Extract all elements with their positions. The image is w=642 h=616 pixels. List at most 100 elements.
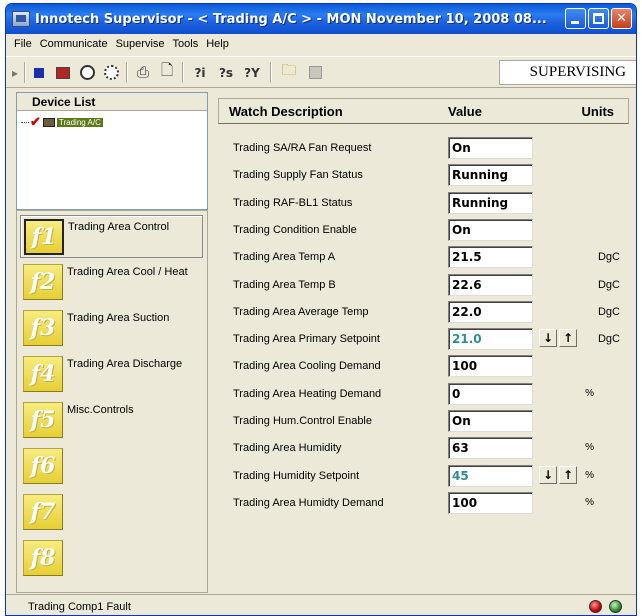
watch-row-units: DgC: [597, 333, 620, 346]
watch-value-field[interactable]: 0: [448, 382, 533, 405]
window-controls: ✕: [565, 8, 632, 29]
watch-row: Trading Humidity Setpoint 45 ↓ ↑%: [214, 464, 632, 488]
watch-row: Trading Area Primary Setpoint 21.0 ↓ ↑ DgC: [214, 327, 632, 351]
save-icon[interactable]: [304, 62, 326, 83]
watch-value-header: Value: [448, 104, 482, 119]
setpoint-value-field[interactable]: 45: [448, 464, 533, 487]
watch-units-header: Units: [581, 104, 615, 119]
menu-help[interactable]: Help: [202, 38, 233, 50]
watch-row-units: %: [585, 442, 594, 454]
alarm-led-icon[interactable]: [589, 600, 602, 613]
menu-tools[interactable]: Tools: [169, 38, 203, 50]
watch-row-description: Trading Area Average Temp: [233, 305, 369, 318]
maximize-button[interactable]: [588, 8, 609, 29]
watch-value-field[interactable]: On: [448, 410, 533, 432]
watch-row-description: Trading RAF-BL1 Status: [233, 196, 353, 209]
watch-row-description: Trading Area Temp B: [233, 278, 336, 291]
f2-key-label: f2: [30, 269, 56, 295]
f5-key-button[interactable]: f5: [23, 402, 63, 438]
device-list: Device List ✔ Trading A/C: [16, 92, 208, 210]
fkey-row-f6[interactable]: f6: [20, 445, 203, 488]
mode-indicator: SUPERVISING: [499, 60, 636, 85]
info-icon[interactable]: ?i: [188, 62, 212, 83]
watch-row: Trading Area Humidty Demand 100%: [214, 491, 632, 515]
watch-value-field[interactable]: 100: [448, 491, 533, 514]
checkmark-icon: ✔: [30, 114, 41, 129]
f4-key-button[interactable]: f4: [23, 356, 63, 392]
setpoint-value-field[interactable]: 21.0: [448, 328, 533, 351]
f3-key-button[interactable]: f3: [23, 310, 63, 346]
info-label: ?i: [194, 65, 206, 80]
f2-key-button[interactable]: f2: [23, 264, 63, 300]
schedule-icon[interactable]: ?s: [214, 62, 238, 83]
watch-row: Trading Condition Enable On: [214, 218, 632, 242]
decrease-arrow-icon[interactable]: ↓: [539, 465, 557, 484]
watch-row-units: DgC: [597, 278, 620, 291]
decrease-arrow-icon[interactable]: ↓: [539, 329, 557, 348]
open-folder-icon[interactable]: 🗀: [278, 62, 300, 83]
trend-icon[interactable]: ?Y: [240, 62, 264, 83]
watch-row-description: Trading Supply Fan Status: [233, 169, 363, 182]
clock-icon[interactable]: [76, 62, 98, 83]
menu-communicate[interactable]: Communicate: [36, 38, 112, 50]
menu-file[interactable]: File: [10, 38, 36, 50]
device-label: Trading A/C: [56, 117, 103, 127]
title-bar[interactable]: Innotech Supervisor - < Trading A/C > - …: [6, 4, 636, 34]
function-keys-panel: f1 Trading Area Control f2 Trading Area …: [16, 210, 208, 593]
maximize-icon: [593, 13, 604, 24]
fkey-row-f2[interactable]: f2 Trading Area Cool / Heat: [20, 261, 203, 304]
increase-arrow-icon[interactable]: ↑: [559, 329, 577, 348]
f2-description: Trading Area Cool / Heat: [67, 266, 188, 278]
watch-description-header: Watch Description: [229, 104, 343, 119]
f3-description: Trading Area Suction: [67, 312, 170, 324]
device-tree-item[interactable]: ✔ Trading A/C: [17, 114, 207, 130]
watch-row-units: %: [585, 469, 594, 481]
watch-value-field[interactable]: 22.0: [448, 300, 533, 323]
fkey-row-f7[interactable]: f7: [20, 491, 203, 534]
fkey-row-f1[interactable]: f1 Trading Area Control: [20, 215, 203, 258]
watch-value-field[interactable]: 21.5: [448, 246, 533, 269]
increase-arrow-icon[interactable]: ↑: [559, 465, 577, 484]
fkey-row-f8[interactable]: f8: [20, 537, 203, 580]
watch-value-field[interactable]: 100: [448, 355, 533, 378]
app-icon: [12, 11, 30, 27]
watch-value-field[interactable]: On: [448, 137, 533, 159]
f7-key-button[interactable]: f7: [23, 494, 63, 530]
printer-icon[interactable]: ⎙: [132, 62, 154, 83]
fkey-row-f4[interactable]: f4 Trading Area Discharge: [20, 353, 203, 396]
f8-key-button[interactable]: f8: [23, 540, 63, 576]
f6-key-button[interactable]: f6: [23, 448, 63, 484]
toolbar-separator: [270, 62, 272, 83]
fkey-row-f5[interactable]: f5 Misc.Controls: [20, 399, 203, 442]
menu-bar: File Communicate Supervise Tools Help: [6, 34, 636, 54]
print-preview-icon[interactable]: 🗋: [156, 62, 178, 83]
watch-value-field[interactable]: 22.6: [448, 273, 533, 296]
watch-value-field[interactable]: 63: [448, 437, 533, 460]
status-message: Trading Comp1 Fault: [28, 601, 131, 613]
watch-row: Trading SA/RA Fan Request On: [214, 136, 632, 160]
f6-key-label: f6: [30, 453, 56, 479]
gauge-icon[interactable]: [100, 62, 122, 83]
watch-value-field[interactable]: Running: [448, 164, 533, 187]
f1-key-button[interactable]: f1: [24, 219, 64, 255]
watch-row: Trading Area Heating Demand 0%: [214, 382, 632, 406]
watch-row-units: DgC: [597, 251, 620, 264]
watch-value-field[interactable]: On: [448, 218, 533, 241]
watch-row-units: DgC: [597, 305, 620, 318]
watch-row-description: Trading Area Cooling Demand: [233, 360, 381, 373]
fkey-row-f3[interactable]: f3 Trading Area Suction: [20, 307, 203, 350]
minimize-button[interactable]: [565, 8, 586, 29]
record-icon[interactable]: [52, 62, 74, 83]
schedule-label: ?s: [218, 65, 234, 80]
comms-led-icon[interactable]: [609, 600, 622, 613]
watch-value-field[interactable]: Running: [448, 191, 533, 214]
watch-row-description: Trading Area Heating Demand: [233, 387, 382, 400]
f7-key-label: f7: [30, 499, 56, 525]
watch-row-description: Trading Area Primary Setpoint: [233, 333, 380, 346]
device-icon: [42, 117, 55, 127]
menu-supervise[interactable]: Supervise: [112, 38, 169, 50]
watch-row: Trading Area Temp B 22.6 DgC: [214, 273, 632, 297]
play-icon[interactable]: ▸: [8, 62, 22, 83]
close-button[interactable]: ✕: [611, 8, 632, 29]
stop-icon[interactable]: [28, 62, 50, 83]
